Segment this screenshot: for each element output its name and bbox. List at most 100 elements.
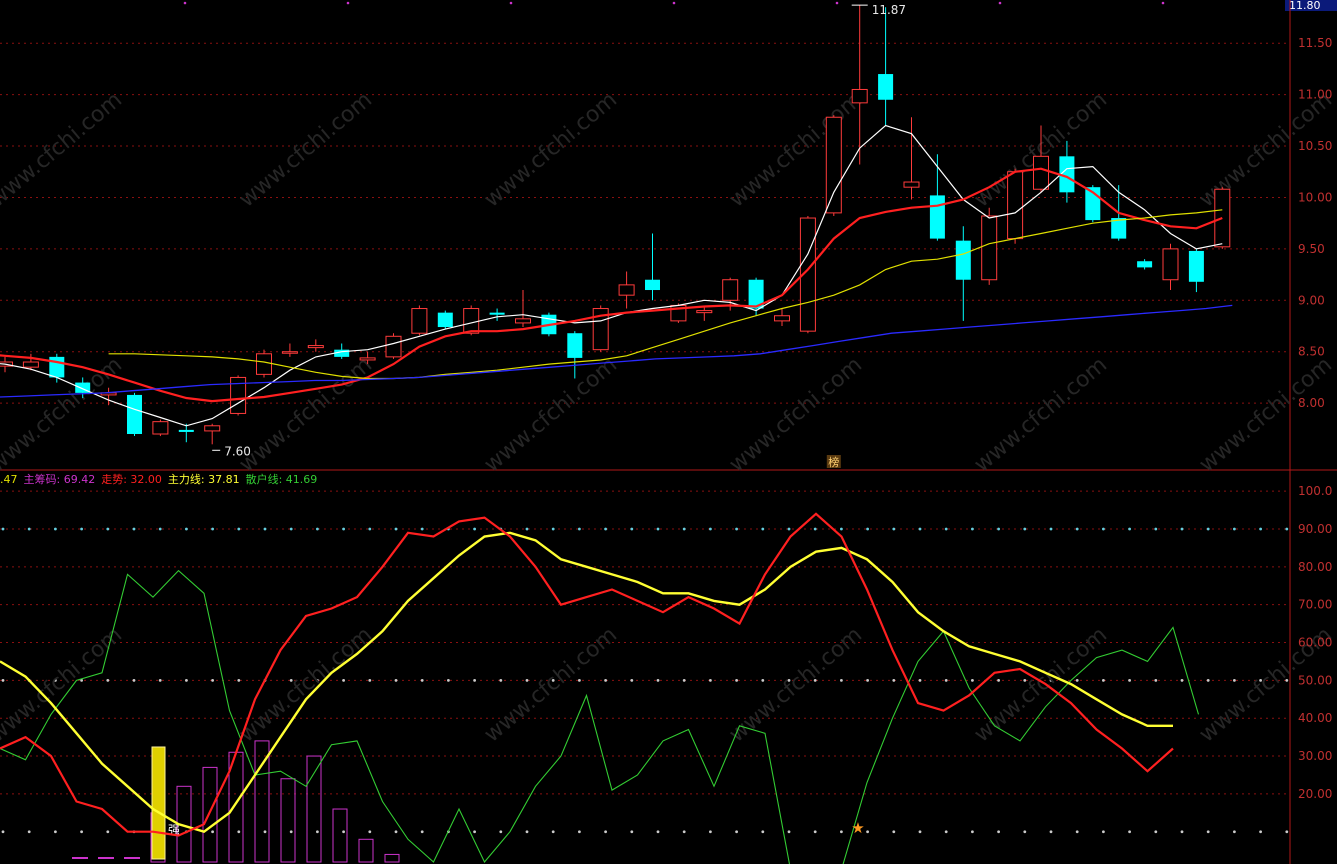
reference-dot: [971, 830, 974, 834]
candle[interactable]: [230, 375, 247, 416]
candle[interactable]: [878, 7, 894, 126]
candle-body-up: [903, 181, 920, 188]
reference-dot: [944, 830, 948, 834]
candle[interactable]: [903, 117, 920, 200]
candle[interactable]: [774, 308, 790, 327]
reference-dot: [1128, 527, 1131, 531]
reference-dot: [735, 527, 738, 531]
reference-dot: [1128, 830, 1131, 834]
candle-body-up: [722, 279, 739, 301]
reference-dot: [1233, 830, 1236, 834]
reference-dot: [944, 678, 948, 682]
candle-body-up: [411, 308, 428, 334]
candle[interactable]: [307, 339, 324, 352]
reference-dot: [709, 830, 712, 834]
reference-dot: [342, 527, 345, 531]
reference-dot: [840, 830, 843, 834]
reference-dot: [27, 527, 31, 531]
candle[interactable]: [204, 423, 221, 445]
candle[interactable]: [49, 353, 65, 383]
reference-dot: [394, 830, 398, 834]
candle-body-down: [645, 279, 660, 291]
main-chip-bar: [202, 766, 218, 863]
candle[interactable]: [127, 392, 142, 437]
watermark-text: www.cfchi.com: [725, 352, 867, 477]
candle[interactable]: [1188, 248, 1204, 293]
candle[interactable]: [1137, 259, 1153, 270]
reference-dot: [709, 527, 712, 531]
reference-dot: [1233, 527, 1236, 531]
candle[interactable]: [411, 305, 428, 336]
price-axis-label: 10.50: [1298, 139, 1332, 153]
candle[interactable]: [567, 331, 583, 379]
price-axis-label: 9.00: [1298, 293, 1325, 307]
ma-line-ma60: [0, 304, 1233, 398]
reference-dot: [866, 678, 869, 682]
reference-dot: [263, 527, 267, 531]
main-chip-bar: [306, 755, 322, 863]
reference-dot: [761, 527, 765, 531]
reference-dot: [1233, 678, 1236, 682]
reference-dot: [106, 830, 110, 834]
candle[interactable]: [618, 271, 635, 309]
indicator-axis-label: 20.00: [1298, 787, 1332, 801]
candle-body-up: [1162, 248, 1179, 281]
watermark-text: www.cfchi.com: [235, 87, 377, 212]
candle[interactable]: [1007, 168, 1024, 244]
reference-dot: [787, 830, 791, 834]
stock-chart[interactable]: www.cfchi.com www.cfchi.com www.cfchi.com w…: [0, 0, 1337, 864]
reference-dot: [1180, 527, 1184, 531]
reference-dot: [158, 527, 162, 531]
reference-dot: [866, 830, 869, 834]
reference-dot: [80, 830, 83, 834]
reference-dot: [342, 678, 345, 682]
candle[interactable]: [489, 308, 505, 321]
candlestick-series[interactable]: [0, 5, 1231, 445]
candle[interactable]: [696, 306, 713, 321]
candle-body-up: [696, 310, 713, 314]
indicator-line-0: [0, 512, 1174, 837]
reference-dot: [1, 678, 5, 682]
candle-body-up: [152, 421, 169, 435]
time-tick-dot: [346, 1, 350, 5]
main-chip-bar: [358, 838, 374, 863]
candle[interactable]: [1085, 185, 1101, 223]
reference-dot: [604, 527, 607, 531]
reference-dot: [185, 527, 188, 531]
watermark-text: www.cfchi.com: [725, 87, 867, 212]
candle-body-up: [825, 116, 842, 214]
reference-dot: [473, 678, 476, 682]
indicator-legend: .47 主筹码: 69.42 走势: 32.00 主力线: 37.81 散户线: 41.…: [0, 471, 323, 487]
reference-dot: [1180, 830, 1184, 834]
reference-dot: [525, 678, 529, 682]
reference-dot: [211, 527, 215, 531]
candle[interactable]: [437, 310, 453, 330]
watermark-text: www.cfchi.com: [725, 622, 867, 747]
candle[interactable]: [592, 305, 609, 352]
reference-dot: [840, 678, 843, 682]
candle[interactable]: [645, 233, 660, 301]
candle[interactable]: [515, 290, 531, 328]
reference-dot: [682, 527, 686, 531]
reference-dot: [525, 527, 529, 531]
reference-dot: [1023, 830, 1027, 834]
reference-dot: [54, 527, 57, 531]
chart-grid: [0, 0, 1337, 864]
reference-dot: [682, 830, 686, 834]
candle[interactable]: [385, 333, 402, 359]
candle[interactable]: [1162, 243, 1179, 291]
reference-dot: [316, 527, 319, 531]
candle[interactable]: [851, 5, 868, 165]
candle-body-up: [359, 357, 376, 361]
candle[interactable]: [955, 226, 971, 321]
candle[interactable]: [281, 343, 298, 357]
candle-body-up: [22, 361, 39, 368]
indicator-axis-label: 100.0: [1298, 484, 1332, 498]
low-price-label: 7.60: [224, 444, 251, 458]
reference-dot: [525, 830, 529, 834]
candle[interactable]: [152, 419, 169, 437]
candle[interactable]: [825, 115, 842, 216]
candle[interactable]: [178, 423, 194, 443]
candle[interactable]: [1059, 140, 1075, 203]
candle-body-down: [1137, 261, 1153, 268]
